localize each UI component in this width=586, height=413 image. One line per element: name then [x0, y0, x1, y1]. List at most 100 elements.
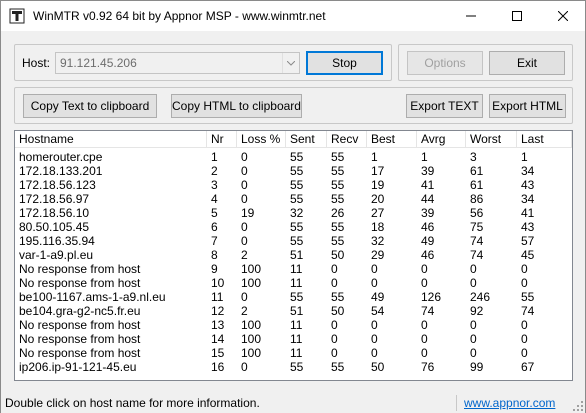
cell-sent: 11 [290, 332, 303, 346]
table-row[interactable]: No response from host 10 100 11 0 0 0 0 0 [15, 276, 572, 290]
export-text-button[interactable]: Export TEXT [406, 94, 483, 118]
cell-nr: 8 [211, 248, 218, 262]
column-header-loss[interactable]: Loss % [237, 131, 286, 148]
cell-loss: 100 [241, 318, 262, 332]
cell-avrg: 46 [421, 220, 435, 234]
table-row[interactable]: No response from host 15 100 11 0 0 0 0 0 [15, 346, 572, 360]
cell-recv: 26 [331, 206, 345, 220]
cell-hostname[interactable]: No response from host [15, 332, 207, 346]
cell-sent: 55 [290, 220, 304, 234]
cell-hostname[interactable]: homerouter.cpe [15, 150, 207, 164]
cell-worst: 74 [470, 248, 484, 262]
cell-best: 0 [371, 318, 378, 332]
cell-hostname[interactable]: 172.18.133.201 [15, 164, 207, 178]
table-row[interactable]: 172.18.56.10 5 19 32 26 27 39 56 41 [15, 206, 572, 220]
appnor-link[interactable]: www.appnor.com [464, 396, 555, 410]
cell-hostname[interactable]: No response from host [15, 318, 207, 332]
table-row[interactable]: No response from host 9 100 11 0 0 0 0 0 [15, 262, 572, 276]
column-header-worst[interactable]: Worst [466, 131, 517, 148]
cell-sent: 55 [290, 150, 304, 164]
cell-hostname[interactable]: be100-1167.ams-1-a9.nl.eu [15, 290, 207, 304]
cell-hostname[interactable]: No response from host [15, 346, 207, 360]
cell-hostname[interactable]: 195.116.35.94 [15, 234, 207, 248]
table-row[interactable]: 80.50.105.45 6 0 55 55 18 46 75 43 [15, 220, 572, 234]
cell-recv: 55 [331, 290, 345, 304]
cell-best: 0 [371, 276, 378, 290]
cell-loss: 0 [241, 178, 248, 192]
cell-recv: 55 [331, 150, 345, 164]
table-row[interactable]: 195.116.35.94 7 0 55 55 32 49 74 57 [15, 234, 572, 248]
copy-html-button[interactable]: Copy HTML to clipboard [171, 94, 302, 118]
cell-worst: 246 [470, 290, 491, 304]
cell-avrg: 41 [421, 178, 435, 192]
table-row[interactable]: 172.18.56.123 3 0 55 55 19 41 61 43 [15, 178, 572, 192]
cell-hostname[interactable]: No response from host [15, 276, 207, 290]
cell-nr: 7 [211, 234, 218, 248]
cell-recv: 0 [331, 262, 338, 276]
cell-hostname[interactable]: No response from host [15, 262, 207, 276]
cell-avrg: 0 [421, 332, 428, 346]
table-row[interactable]: be100-1167.ams-1-a9.nl.eu 11 0 55 55 49 126 246… [15, 290, 572, 304]
cell-hostname[interactable]: 172.18.56.97 [15, 192, 207, 206]
cell-sent: 55 [290, 192, 304, 206]
table-row[interactable]: 172.18.133.201 2 0 55 55 17 39 61 34 [15, 164, 572, 178]
cell-last: 67 [521, 360, 535, 374]
column-header-sent[interactable]: Sent [286, 131, 327, 148]
cell-avrg: 0 [421, 262, 428, 276]
column-header-nr[interactable]: Nr [207, 131, 237, 148]
cell-nr: 13 [211, 318, 225, 332]
cell-hostname[interactable]: 80.50.105.45 [15, 220, 207, 234]
column-header-hostname[interactable]: Hostname [15, 131, 207, 148]
cell-worst: 0 [470, 262, 477, 276]
host-combobox[interactable]: 91.121.45.206 [55, 52, 300, 74]
table-row[interactable]: No response from host 13 100 11 0 0 0 0 0 [15, 318, 572, 332]
resize-grip-icon[interactable] [572, 400, 584, 412]
cell-best: 32 [371, 234, 385, 248]
table-row[interactable]: var-1-a9.pl.eu 8 2 51 50 29 46 74 45 [15, 248, 572, 262]
cell-nr: 3 [211, 178, 218, 192]
cell-hostname[interactable]: var-1-a9.pl.eu [15, 248, 207, 262]
column-header-best[interactable]: Best [367, 131, 417, 148]
stop-button[interactable]: Stop [306, 51, 383, 75]
column-header-last[interactable]: Last [517, 131, 572, 148]
title-bar[interactable]: WinMTR v0.92 64 bit by Appnor MSP - www.… [1, 1, 585, 31]
cell-hostname[interactable]: ip206.ip-91-121-45.eu [15, 360, 207, 374]
column-header-avrg[interactable]: Avrg [417, 131, 466, 148]
cell-last: 0 [521, 276, 528, 290]
cell-hostname[interactable]: be104.gra-g2-nc5.fr.eu [15, 304, 207, 318]
table-row[interactable]: No response from host 14 100 11 0 0 0 0 0 [15, 332, 572, 346]
export-html-button[interactable]: Export HTML [489, 94, 566, 118]
column-header-recv[interactable]: Recv [327, 131, 367, 148]
cell-avrg: 39 [421, 164, 435, 178]
cell-recv: 55 [331, 178, 345, 192]
exit-button[interactable]: Exit [489, 51, 565, 75]
cell-last: 74 [521, 304, 535, 318]
table-row[interactable]: ip206.ip-91-121-45.eu 16 0 55 55 50 76 99 67 [15, 360, 572, 374]
cell-hostname[interactable]: 172.18.56.10 [15, 206, 207, 220]
app-icon [9, 8, 25, 24]
cell-recv: 55 [331, 164, 345, 178]
cell-best: 54 [371, 304, 385, 318]
cell-hostname[interactable]: 172.18.56.123 [15, 178, 207, 192]
options-button[interactable]: Options [407, 51, 483, 75]
cell-last: 34 [521, 192, 535, 206]
cell-best: 0 [371, 332, 378, 346]
maximize-button[interactable] [494, 1, 540, 31]
table-row[interactable]: homerouter.cpe 1 0 55 55 1 1 3 1 [15, 150, 572, 164]
cell-avrg: 0 [421, 346, 428, 360]
cell-last: 1 [521, 150, 528, 164]
cell-last: 41 [521, 206, 535, 220]
status-divider [456, 395, 457, 411]
copy-text-button[interactable]: Copy Text to clipboard [23, 94, 157, 118]
table-row[interactable]: 172.18.56.97 4 0 55 55 20 44 86 34 [15, 192, 572, 206]
host-dropdown-button[interactable] [282, 53, 299, 73]
cell-best: 18 [371, 220, 385, 234]
host-input[interactable]: 91.121.45.206 [60, 56, 137, 70]
cell-best: 0 [371, 346, 378, 360]
close-button[interactable] [540, 1, 586, 31]
table-row[interactable]: be104.gra-g2-nc5.fr.eu 12 2 51 50 54 74 92 74 [15, 304, 572, 318]
cell-recv: 0 [331, 276, 338, 290]
trace-table[interactable]: Hostname Nr Loss % Sent Recv Best Avrg Worst Las… [14, 130, 573, 381]
minimize-button[interactable] [448, 1, 494, 31]
cell-worst: 0 [470, 332, 477, 346]
